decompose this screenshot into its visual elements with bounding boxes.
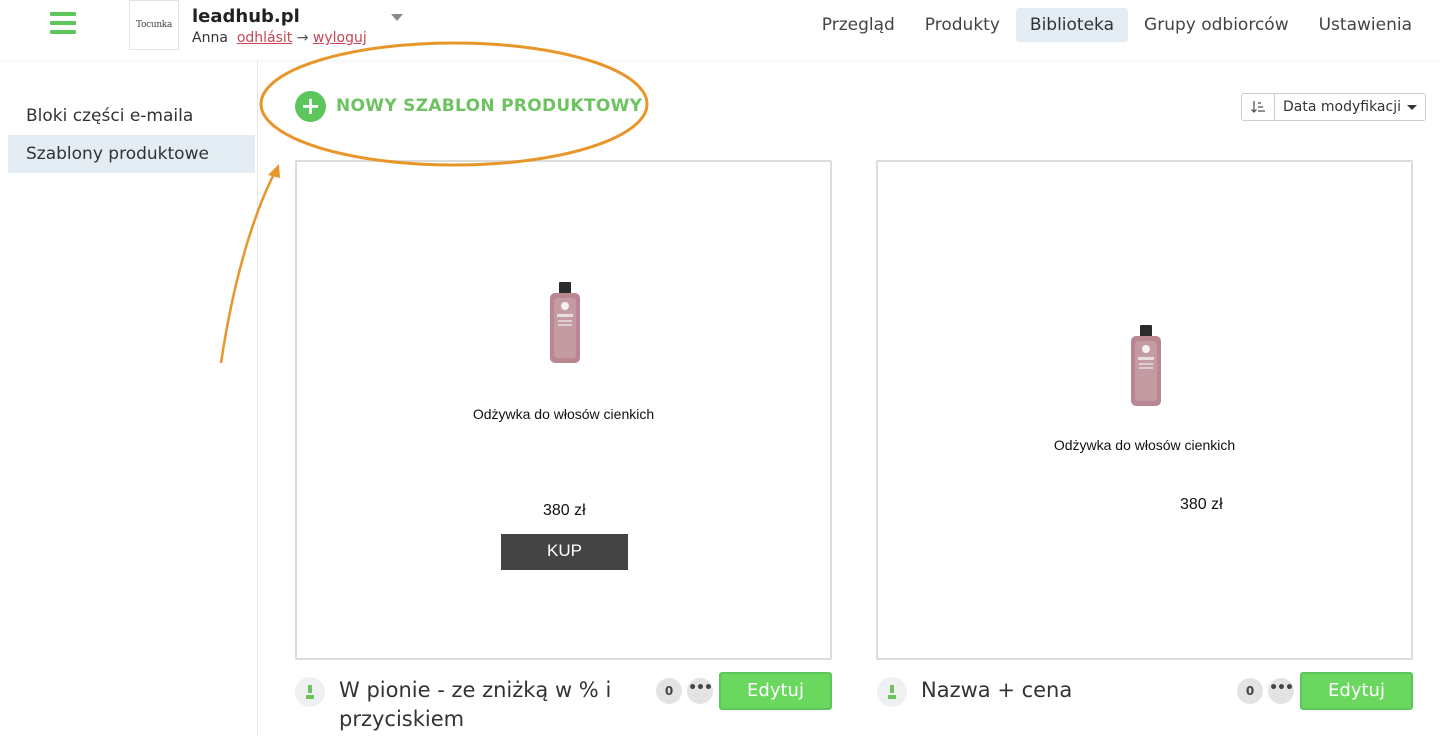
template-footer: W pionie - ze zniżką w % i przyciskiem 0… bbox=[295, 672, 832, 736]
sort-order-button[interactable] bbox=[1241, 93, 1275, 121]
nav-item-przeglad[interactable]: Przegląd bbox=[808, 8, 909, 42]
logout-link[interactable]: wyloguj bbox=[313, 30, 367, 46]
caret-down-icon bbox=[1407, 104, 1417, 110]
template-title: W pionie - ze zniżką w % i przyciskiem bbox=[339, 678, 612, 731]
product-name: Odżywka do włosów cienkich bbox=[472, 406, 655, 422]
sort-order-icon bbox=[1251, 101, 1265, 113]
nav-item-produkty[interactable]: Produkty bbox=[911, 8, 1014, 42]
template-type-icon bbox=[295, 677, 325, 707]
main-nav: Przegląd Produkty Biblioteka Grupy odbio… bbox=[806, 8, 1426, 42]
nav-item-ustawienia[interactable]: Ustawienia bbox=[1305, 8, 1426, 42]
sort-by-select[interactable]: Data modyfikacji bbox=[1275, 93, 1426, 121]
nav-item-grupy-odbiorcow[interactable]: Grupy odbiorców bbox=[1130, 8, 1303, 42]
template-type-icon bbox=[877, 677, 907, 707]
template-footer: Nazwa + cena 0 ••• Edytuj bbox=[877, 672, 1414, 736]
template-preview-card[interactable]: Odżywka do włosów cienkich 380 zł KUP bbox=[295, 160, 832, 660]
sidebar: Bloki części e-maila Szablony produktowe bbox=[0, 60, 258, 736]
account-logo-text: Tocunka bbox=[135, 20, 173, 30]
sidebar-item-product-templates[interactable]: Szablony produktowe bbox=[8, 135, 255, 173]
new-product-template-button[interactable]: + NOWY SZABLON PRODUKTOWY bbox=[295, 90, 642, 122]
product-name: Odżywka do włosów cienkich bbox=[1053, 437, 1236, 453]
user-name: Anna bbox=[192, 30, 228, 46]
sidebar-item-email-blocks[interactable]: Bloki części e-maila bbox=[8, 97, 255, 135]
buy-button: KUP bbox=[501, 534, 628, 570]
more-options-icon[interactable]: ••• bbox=[1268, 678, 1294, 704]
plus-icon: + bbox=[295, 90, 326, 122]
edit-button[interactable]: Edytuj bbox=[1300, 672, 1413, 710]
top-header: Tocunka leadhub.pl Anna odhlásit → wylog… bbox=[0, 0, 1440, 60]
arrow-glyph: → bbox=[296, 30, 309, 46]
product-price: 380 zł bbox=[543, 502, 586, 519]
product-image bbox=[550, 282, 580, 363]
new-product-template-label: NOWY SZABLON PRODUKTOWY bbox=[336, 96, 643, 116]
more-options-icon[interactable]: ••• bbox=[687, 678, 713, 704]
template-preview-card[interactable]: Odżywka do włosów cienkich 380 zł bbox=[876, 160, 1413, 660]
edit-button[interactable]: Edytuj bbox=[719, 672, 832, 710]
account-logo: Tocunka bbox=[129, 0, 179, 50]
sort-by-value: Data modyfikacji bbox=[1283, 99, 1401, 115]
hamburger-menu-icon[interactable] bbox=[50, 12, 76, 34]
product-price: 380 zł bbox=[1180, 496, 1223, 513]
account-dropdown-chevron-icon[interactable] bbox=[391, 14, 403, 21]
sort-control: Data modyfikacji bbox=[1241, 93, 1426, 121]
user-line: Anna odhlásit → wyloguj bbox=[192, 30, 367, 46]
template-title: Nazwa + cena bbox=[921, 678, 1073, 702]
usage-count-badge: 0 bbox=[656, 678, 682, 704]
usage-count-badge: 0 bbox=[1237, 678, 1263, 704]
product-image bbox=[1131, 325, 1161, 406]
logout-cz-link[interactable]: odhlásit bbox=[237, 30, 292, 46]
nav-item-biblioteka[interactable]: Biblioteka bbox=[1015, 8, 1129, 42]
site-name: leadhub.pl bbox=[192, 6, 300, 27]
annotation-arrowhead bbox=[268, 164, 280, 178]
